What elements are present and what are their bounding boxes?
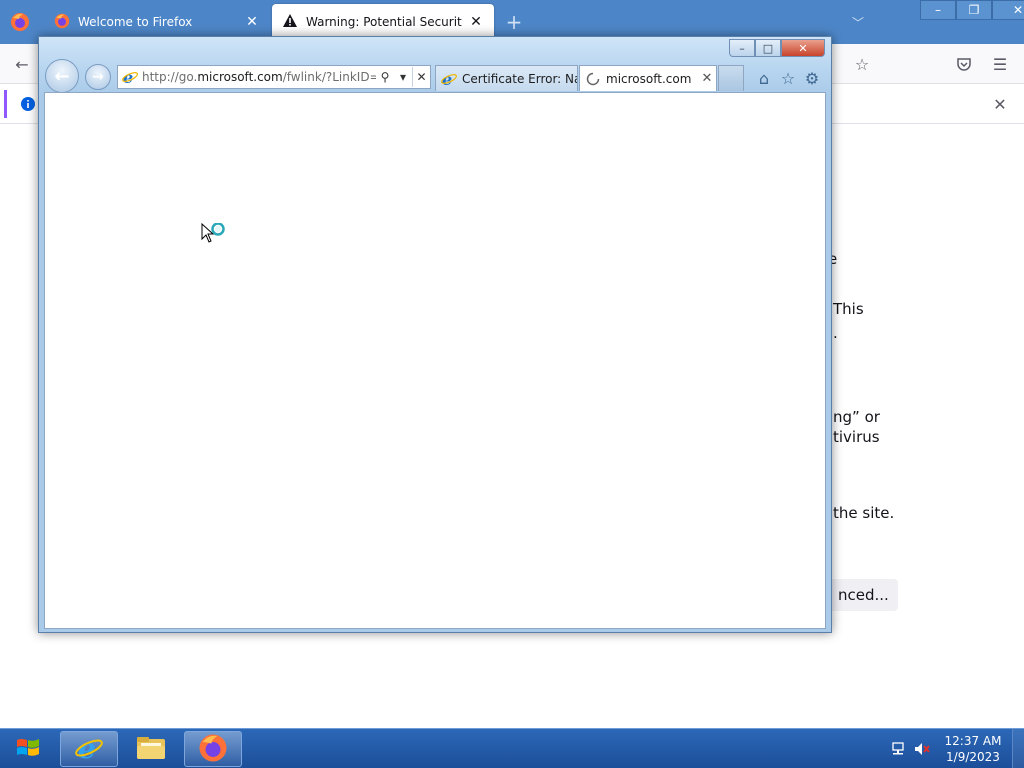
taskbar-internet-explorer[interactable]: e — [60, 731, 118, 767]
new-tab-button[interactable] — [718, 65, 744, 91]
loading-icon — [584, 70, 602, 88]
system-clock[interactable]: 12:37 AM 1/9/2023 — [940, 733, 1006, 765]
maximize-icon[interactable]: □ — [755, 39, 781, 57]
show-desktop-button[interactable] — [1012, 729, 1024, 768]
firefox-icon — [198, 733, 228, 766]
firefox-icon — [54, 13, 70, 32]
page-text-fragment: ng” or — [833, 408, 880, 426]
firefox-menu-icon[interactable] — [6, 8, 34, 36]
pocket-icon[interactable] — [952, 52, 976, 76]
busy-cursor-icon — [201, 222, 231, 253]
page-text-fragment: This — [833, 300, 864, 318]
info-icon — [16, 92, 40, 116]
new-tab-button[interactable]: + — [502, 12, 526, 32]
star-icon[interactable]: ☆ — [777, 67, 799, 89]
volume-muted-icon[interactable] — [912, 739, 932, 759]
ie-icon: e — [74, 732, 104, 766]
gear-icon[interactable]: ⚙ — [801, 67, 823, 89]
close-icon[interactable]: ✕ — [992, 0, 1024, 20]
address-bar[interactable]: e http://go.microsoft.com/fwlink/?LinkID… — [117, 65, 431, 89]
network-icon[interactable] — [888, 739, 908, 759]
search-icon[interactable]: ⚲ — [376, 67, 394, 87]
taskbar-file-explorer[interactable] — [122, 731, 180, 767]
page-text-fragment: . — [833, 324, 838, 342]
restore-icon[interactable]: ❐ — [956, 0, 992, 20]
close-icon[interactable]: ✕ — [781, 39, 825, 57]
page-text-fragment: tivirus — [833, 428, 880, 446]
start-button[interactable] — [4, 731, 52, 767]
windows-logo-icon — [14, 734, 42, 765]
chevron-down-icon[interactable]: ▾ — [394, 67, 412, 87]
ie-tab-microsoft[interactable]: microsoft.com ✕ — [579, 65, 717, 91]
tab-label: microsoft.com — [606, 71, 692, 86]
clock-date: 1/9/2023 — [946, 750, 1000, 764]
firefox-window-controls: – ❐ ✕ — [920, 0, 1024, 20]
close-icon[interactable]: ✕ — [244, 14, 260, 30]
taskbar-firefox[interactable] — [184, 731, 242, 767]
ie-icon: e — [440, 70, 458, 88]
folder-icon — [135, 734, 167, 765]
clock-time: 12:37 AM — [944, 734, 1002, 748]
arrow-right-icon: → — [92, 69, 104, 85]
ie-tab-certificate-error[interactable]: e Certificate Error: Na... — [435, 65, 578, 91]
warning-icon — [282, 13, 298, 32]
back-arrow-icon[interactable]: ← — [10, 52, 34, 76]
advanced-button[interactable]: nced... — [828, 579, 898, 611]
tab-label: Warning: Potential Security Risk Ahead — [306, 15, 462, 29]
chevron-down-icon[interactable]: ﹀ — [848, 14, 868, 30]
back-button[interactable]: ← — [45, 59, 79, 93]
firefox-tab-welcome[interactable]: Welcome to Firefox ✕ — [44, 4, 270, 40]
forward-button[interactable]: → — [85, 64, 111, 90]
ie-icon: e — [120, 67, 140, 87]
page-text-fragment: the site. — [833, 504, 895, 522]
stop-icon[interactable]: ✕ — [412, 67, 430, 87]
taskbar: e 12:37 AM 1/9/2023 — [0, 728, 1024, 768]
notice-accent — [4, 90, 7, 118]
ie-content-area[interactable] — [44, 92, 826, 629]
home-icon[interactable]: ⌂ — [753, 67, 775, 89]
tab-label: Welcome to Firefox — [78, 15, 193, 29]
close-icon[interactable]: ✕ — [988, 92, 1012, 116]
arrow-left-icon: ← — [54, 65, 70, 87]
firefox-tab-warning[interactable]: Warning: Potential Security Risk Ahead ✕ — [272, 4, 494, 40]
minimize-icon[interactable]: – — [920, 0, 956, 20]
star-icon[interactable]: ☆ — [850, 52, 874, 76]
tab-label: Certificate Error: Na... — [462, 71, 577, 86]
close-icon[interactable]: ✕ — [468, 14, 484, 30]
hamburger-menu-icon[interactable]: ☰ — [988, 52, 1012, 76]
address-url[interactable]: http://go.microsoft.com/fwlink/?LinkID=2… — [140, 70, 376, 84]
minimize-icon[interactable]: – — [729, 39, 755, 57]
close-icon[interactable]: ✕ — [698, 70, 716, 88]
ie-window-controls: – □ ✕ — [729, 39, 825, 57]
ie-window: – □ ✕ ← → e http://go.microsoft.com/fwli… — [38, 36, 832, 633]
